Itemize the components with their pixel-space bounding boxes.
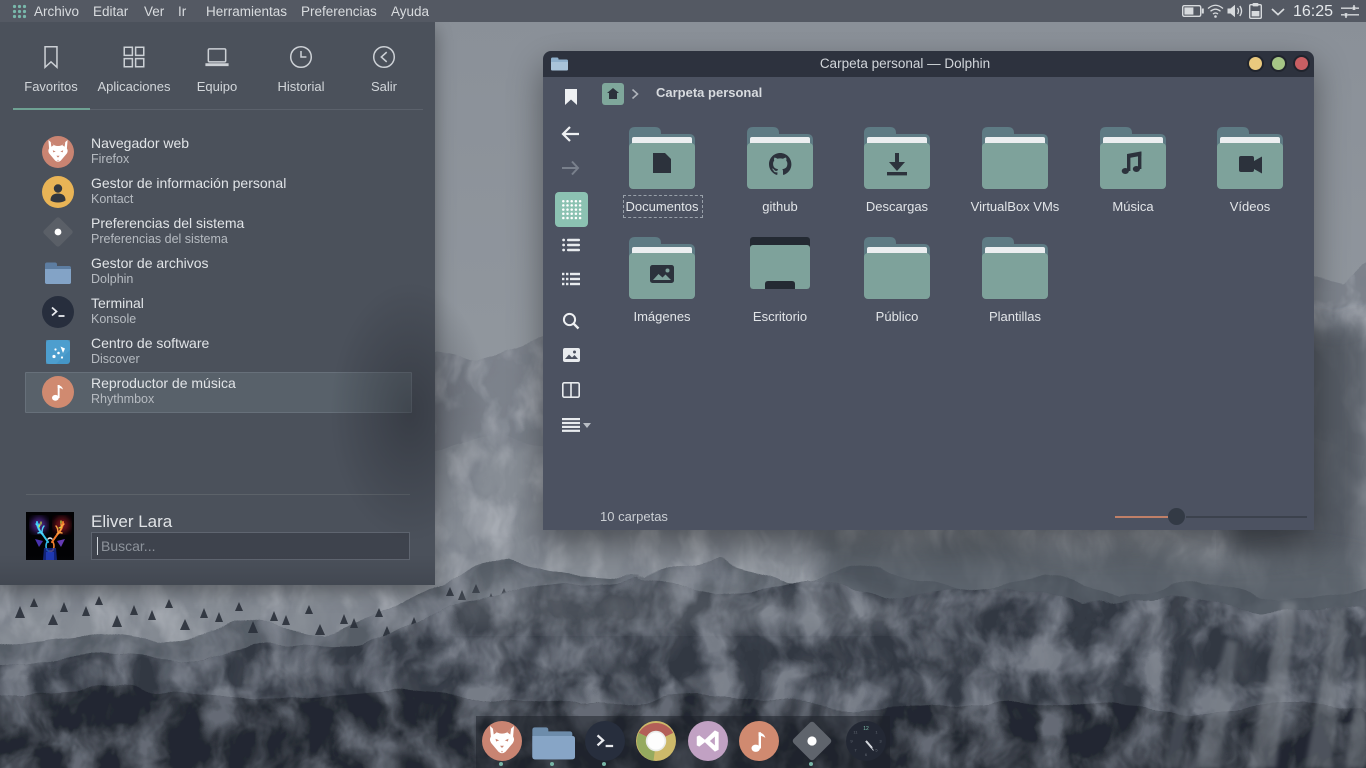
svg-text:12: 12 xyxy=(863,726,869,732)
